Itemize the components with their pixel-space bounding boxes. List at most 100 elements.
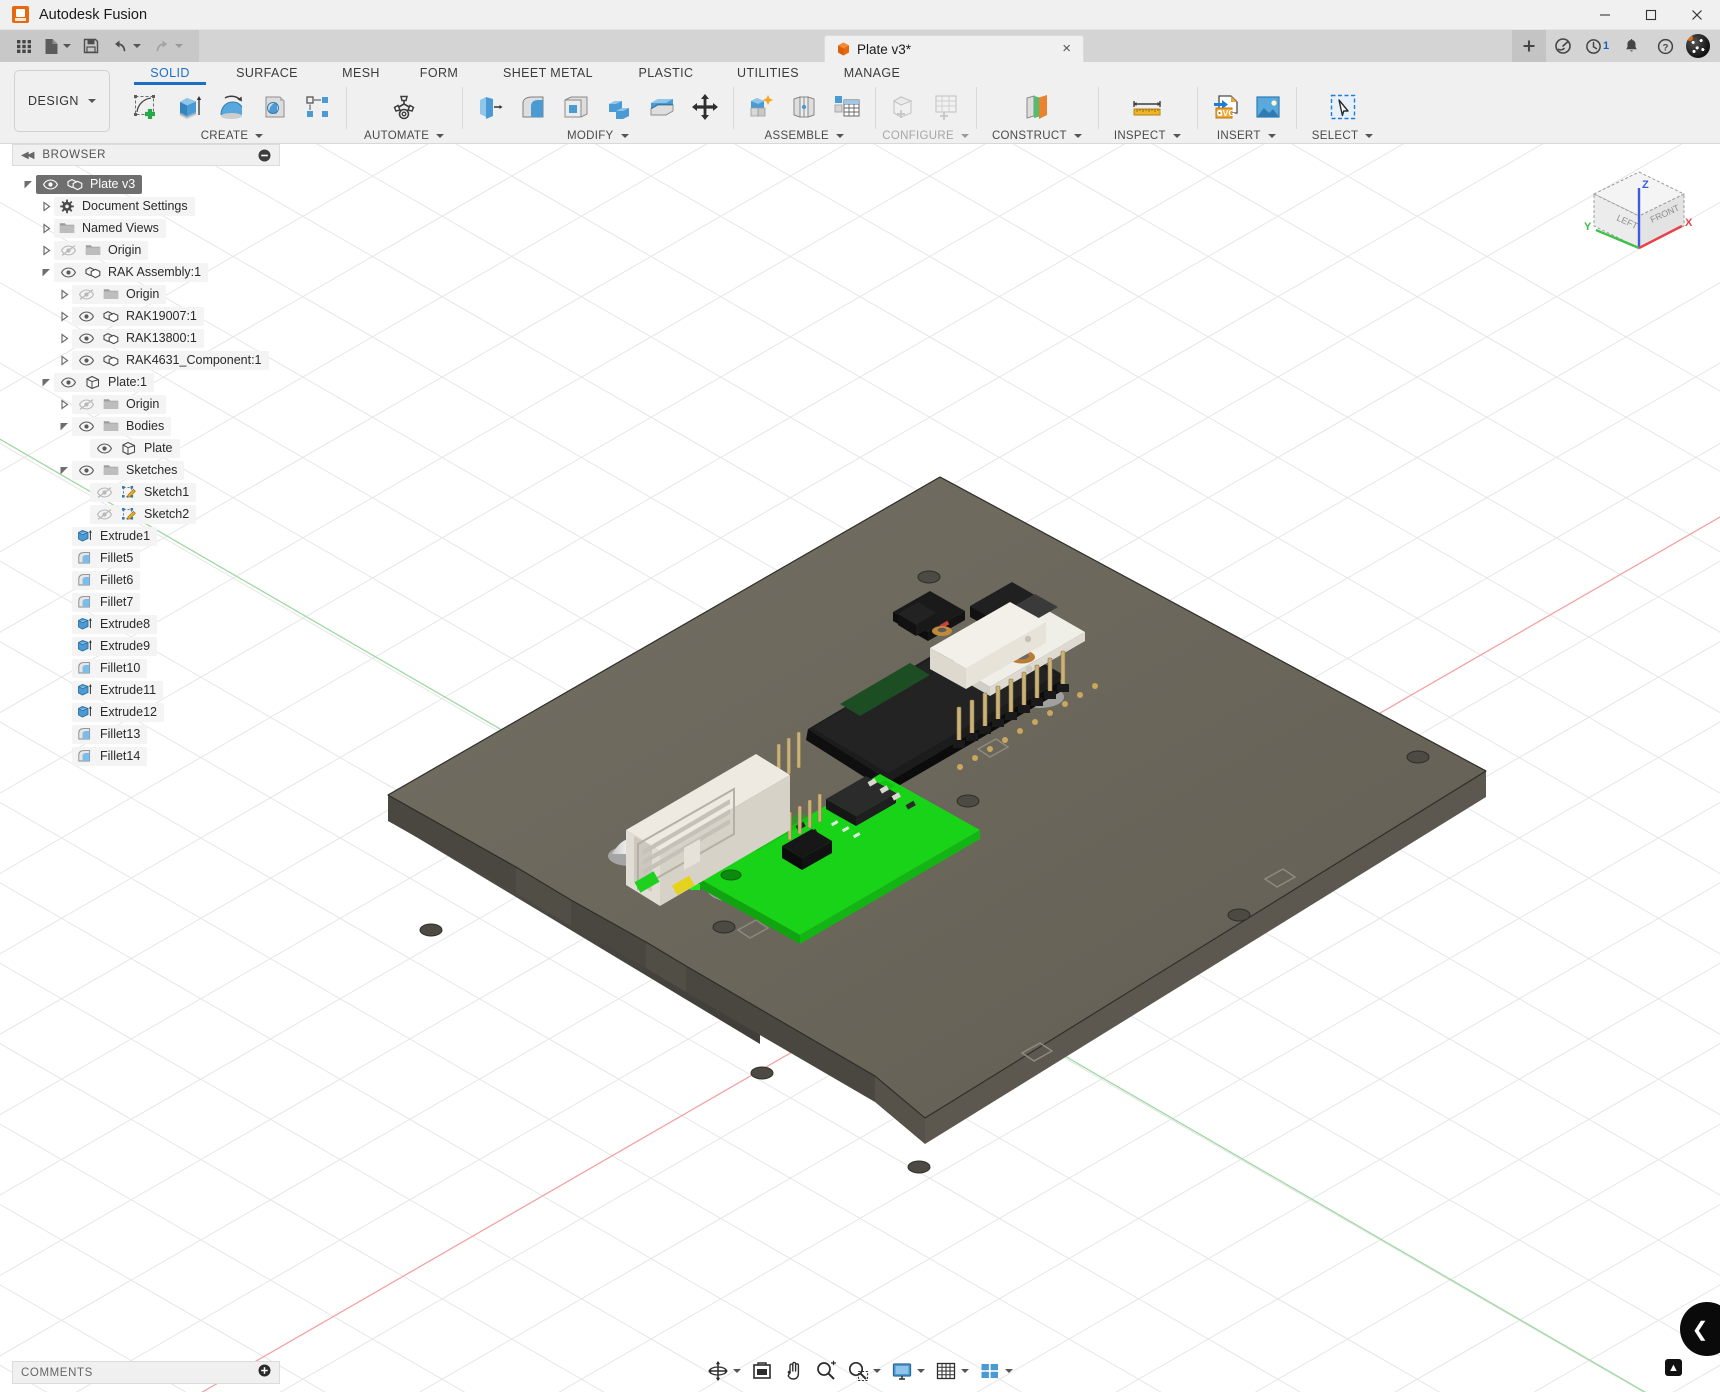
- tree-item-content[interactable]: RAK4631_Component:1: [72, 350, 269, 370]
- eye-visible-icon[interactable]: [94, 439, 114, 457]
- eye-visible-icon[interactable]: [58, 373, 78, 391]
- shell-button[interactable]: [555, 87, 597, 127]
- collapse-left-icon[interactable]: ◀◀: [21, 150, 34, 161]
- view-cube[interactable]: LEFT FRONT Z Y X: [1580, 154, 1698, 266]
- tree-item-content[interactable]: Extrude12: [72, 702, 164, 722]
- select-button[interactable]: [1322, 87, 1364, 127]
- tree-item-rak4631-component-1[interactable]: RAK4631_Component:1: [12, 349, 280, 371]
- tab-utilities[interactable]: UTILITIES: [720, 64, 816, 83]
- expand-arrow-open-icon[interactable]: [20, 175, 36, 193]
- chevron-down-icon[interactable]: [1267, 134, 1276, 138]
- expand-arrow-closed-icon[interactable]: [38, 219, 54, 237]
- expand-arrow-closed-icon[interactable]: [38, 241, 54, 259]
- chevron-down-icon[interactable]: [835, 134, 844, 138]
- extension-manager-icon[interactable]: [1546, 30, 1580, 62]
- minimize-icon[interactable]: [1582, 0, 1628, 30]
- eye-visible-icon[interactable]: [76, 351, 96, 369]
- activate-component-radio[interactable]: [148, 176, 165, 192]
- press-pull-button[interactable]: [469, 87, 511, 127]
- extrude-button[interactable]: [168, 87, 210, 127]
- close-icon[interactable]: [1674, 0, 1720, 30]
- zoom-button[interactable]: [811, 1357, 841, 1385]
- eye-hidden-icon[interactable]: [76, 285, 96, 303]
- offset-plane-button[interactable]: [1016, 87, 1058, 127]
- move-copy-button[interactable]: [684, 87, 726, 127]
- tree-item-content[interactable]: Origin: [72, 394, 167, 414]
- expand-arrow-closed-icon[interactable]: [38, 197, 54, 215]
- tree-item-sketch2[interactable]: Sketch2: [12, 503, 280, 525]
- chevron-down-icon[interactable]: [255, 134, 264, 138]
- fillet-button[interactable]: [512, 87, 554, 127]
- tree-item-content[interactable]: Fillet13: [72, 724, 148, 744]
- tree-item-content[interactable]: Extrude8: [72, 614, 158, 634]
- tree-item-named-views[interactable]: Named Views: [12, 217, 280, 239]
- tree-item-sketches[interactable]: Sketches: [12, 459, 280, 481]
- eye-visible-icon[interactable]: [58, 263, 78, 281]
- tree-item-content[interactable]: Fillet14: [72, 746, 148, 766]
- tree-item-content[interactable]: Document Settings: [54, 196, 195, 216]
- tree-item-content[interactable]: Plate v3: [36, 174, 143, 194]
- tree-item-extrude11[interactable]: Extrude11: [12, 679, 280, 701]
- create-sketch-button[interactable]: [125, 87, 167, 127]
- add-comment-icon[interactable]: [258, 1364, 271, 1382]
- eye-hidden-icon[interactable]: [58, 241, 78, 259]
- tree-item-content[interactable]: Fillet5: [72, 548, 141, 568]
- split-face-button[interactable]: [641, 87, 683, 127]
- tab-surface[interactable]: SURFACE: [218, 64, 316, 83]
- user-avatar[interactable]: [1686, 34, 1710, 58]
- workspace-switcher[interactable]: DESIGN: [14, 70, 110, 132]
- eye-visible-icon[interactable]: [76, 417, 96, 435]
- viewports-button[interactable]: [975, 1357, 1017, 1385]
- browser-tree[interactable]: Plate v3 Document Settings Named Views Orig…: [12, 166, 280, 767]
- expand-arrow-closed-icon[interactable]: [56, 285, 72, 303]
- tree-item-fillet5[interactable]: Fillet5: [12, 547, 280, 569]
- help-icon[interactable]: ?: [1648, 30, 1682, 62]
- tree-item-content[interactable]: Fillet7: [72, 592, 141, 612]
- grid-snaps-button[interactable]: [931, 1357, 973, 1385]
- tree-item-document-settings[interactable]: Document Settings: [12, 195, 280, 217]
- tree-item-content[interactable]: Extrude1: [72, 526, 158, 546]
- app-grid-icon[interactable]: [10, 30, 38, 62]
- expand-arrow-open-icon[interactable]: [38, 263, 54, 281]
- tab-sheet-metal[interactable]: SHEET METAL: [484, 64, 612, 83]
- eye-hidden-icon[interactable]: [94, 483, 114, 501]
- new-tab-button[interactable]: [1512, 30, 1546, 62]
- tree-item-content[interactable]: Fillet10: [72, 658, 148, 678]
- tree-item-content[interactable]: Origin: [72, 284, 167, 304]
- chevron-down-icon[interactable]: [436, 134, 445, 138]
- expand-arrow-closed-icon[interactable]: [56, 395, 72, 413]
- tree-item-plate-1[interactable]: Plate:1: [12, 371, 280, 393]
- tree-item-content[interactable]: Sketch2: [90, 504, 197, 524]
- eye-hidden-icon[interactable]: [94, 505, 114, 523]
- tree-item-content[interactable]: Bodies: [72, 416, 172, 436]
- rectangular-pattern-button[interactable]: [297, 87, 339, 127]
- tree-item-content[interactable]: Plate:1: [54, 372, 154, 392]
- tree-item-fillet13[interactable]: Fillet13: [12, 723, 280, 745]
- tree-item-fillet6[interactable]: Fillet6: [12, 569, 280, 591]
- combine-button[interactable]: [598, 87, 640, 127]
- tree-item-content[interactable]: RAK13800:1: [72, 328, 204, 348]
- chevron-down-icon[interactable]: [1365, 134, 1374, 138]
- create-configuration-button[interactable]: [883, 87, 925, 127]
- eye-visible-icon[interactable]: [76, 307, 96, 325]
- expand-arrow-closed-icon[interactable]: [56, 351, 72, 369]
- tree-item-fillet7[interactable]: Fillet7: [12, 591, 280, 613]
- minimize-panel-icon[interactable]: [258, 149, 271, 162]
- display-settings-button[interactable]: [887, 1357, 929, 1385]
- revolve-button[interactable]: [211, 87, 253, 127]
- tree-item-content[interactable]: RAK19007:1: [72, 306, 204, 326]
- eye-visible-icon[interactable]: [76, 461, 96, 479]
- tree-item-plate[interactable]: Plate: [12, 437, 280, 459]
- joint-button[interactable]: [783, 87, 825, 127]
- expand-arrow-open-icon[interactable]: [56, 461, 72, 479]
- job-status-clock-icon[interactable]: 1: [1580, 30, 1614, 62]
- tree-item-extrude9[interactable]: Extrude9: [12, 635, 280, 657]
- sweep-button[interactable]: [254, 87, 296, 127]
- tree-item-content[interactable]: Plate: [90, 438, 180, 458]
- eye-hidden-icon[interactable]: [76, 395, 96, 413]
- insert-svg-button[interactable]: SVG: [1204, 87, 1246, 127]
- insert-image-button[interactable]: [1247, 87, 1289, 127]
- tree-item-content[interactable]: Fillet6: [72, 570, 141, 590]
- new-document-icon[interactable]: [38, 30, 77, 62]
- measure-button[interactable]: [1126, 87, 1168, 127]
